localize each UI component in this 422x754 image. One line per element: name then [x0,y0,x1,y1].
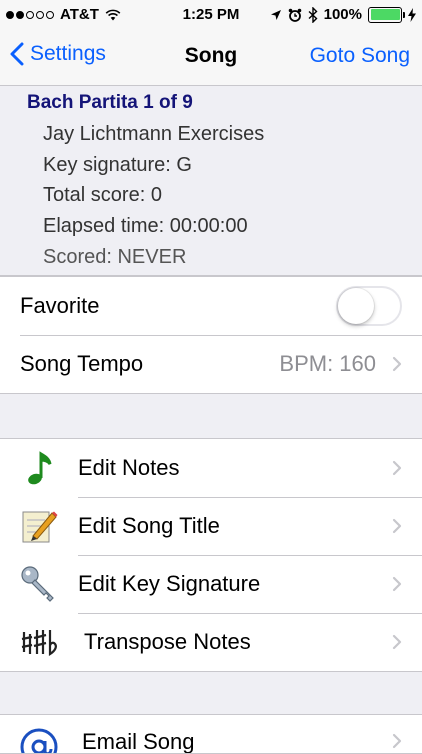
edit-notes-label: Edit Notes [78,455,180,480]
edit-song-title-label: Edit Song Title [78,513,220,538]
chevron-right-icon [392,460,402,476]
favorite-toggle[interactable] [336,286,402,326]
back-button[interactable]: Settings [10,42,106,66]
goto-song-button[interactable]: Goto Song [310,44,410,68]
favorite-row: Favorite [0,277,422,335]
edit-key-signature-label: Edit Key Signature [78,571,261,596]
song-composer: Jay Lichtmann Exercises [43,123,265,145]
chevron-right-icon [392,518,402,534]
transpose-notes-label: Transpose Notes [84,629,251,654]
pencil-icon [22,511,58,543]
chevron-right-icon [392,356,402,372]
key-icon [21,566,54,602]
location-arrow-icon [270,9,281,20]
email-song-row[interactable]: Email Song [0,715,422,754]
battery-icon [368,6,405,23]
song-info-header: Bach Partita 1 of 9 Jay Lichtmann Exerci… [0,86,422,276]
chevron-right-icon [392,576,402,592]
chevron-right-icon [392,634,402,650]
battery-percent: 100% [323,6,362,23]
toggle-knob [338,288,374,324]
song-scored-date: Scored: NEVER [43,246,187,268]
song-actions-group: Edit Notes Edit Song Title Edit Key Sign… [0,438,422,672]
edit-song-title-row[interactable]: Edit Song Title [0,497,422,555]
favorite-label: Favorite [20,293,100,318]
song-tempo-row[interactable]: Song Tempo BPM: 160 [0,335,422,393]
edit-notes-row[interactable]: Edit Notes [0,439,422,497]
song-tempo-value: BPM: 160 [279,351,376,376]
song-share-group: Email Song [0,714,422,754]
status-bar: AT&T 1:25 PM 100% [0,0,422,30]
song-key-signature: Key signature: G [43,154,192,176]
song-title: Bach Partita 1 of 9 [27,92,193,113]
song-total-score: Total score: 0 [43,184,162,206]
song-settings-group: Favorite Song Tempo BPM: 160 [0,276,422,394]
bluetooth-icon [308,6,318,23]
chevron-left-icon [10,42,24,66]
song-elapsed-time: Elapsed time: 00:00:00 [43,215,248,237]
navigation-bar: Settings Song Goto Song [0,30,422,86]
transpose-notes-row[interactable]: Transpose Notes [0,613,422,671]
chevron-right-icon [392,733,402,749]
alarm-icon [288,8,301,22]
charging-bolt-icon [408,7,416,22]
song-tempo-label: Song Tempo [20,351,144,376]
email-song-label: Email Song [82,729,195,754]
edit-key-signature-row[interactable]: Edit Key Signature [0,555,422,613]
accidentals-icon [21,630,57,656]
music-note-icon [28,451,52,485]
back-button-label: Settings [30,42,106,65]
